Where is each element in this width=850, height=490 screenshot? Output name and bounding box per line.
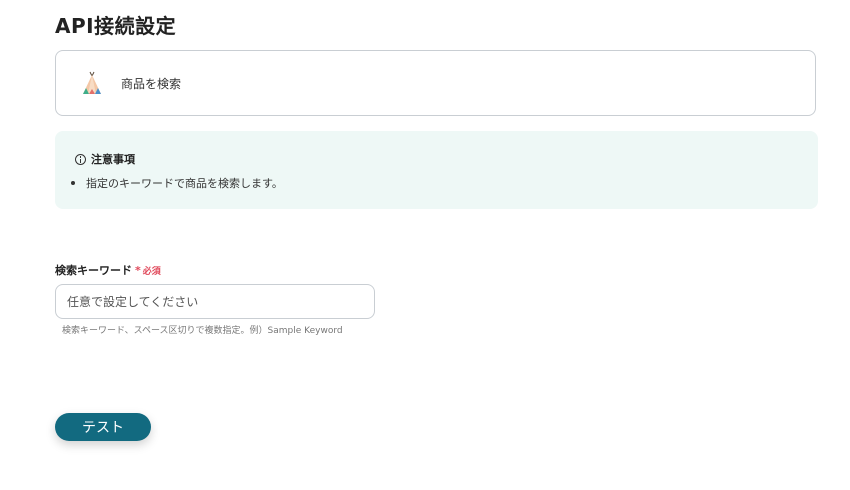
keyword-input[interactable] [55, 284, 375, 319]
page-title: API接続設定 [55, 14, 177, 38]
notice-box: 注意事項 指定のキーワードで商品を検索します。 [55, 131, 818, 209]
action-card[interactable]: 商品を検索 [55, 50, 816, 116]
keyword-label: 検索キーワード * 必須 [55, 262, 161, 278]
keyword-label-text: 検索キーワード [55, 264, 132, 277]
info-icon [75, 153, 86, 165]
required-mark: * [135, 264, 141, 277]
action-label: 商品を検索 [121, 76, 182, 91]
keyword-help-text: 検索キーワード、スペース区切りで複数指定。例）Sample Keyword [62, 326, 343, 336]
notice-title: 注意事項 [91, 153, 135, 166]
required-text: 必須 [142, 267, 161, 277]
notice-item: 指定のキーワードで商品を検索します。 [69, 175, 283, 191]
notice-header: 注意事項 [75, 151, 135, 167]
bullet-icon [71, 181, 75, 185]
notice-item-text: 指定のキーワードで商品を検索します。 [86, 177, 283, 190]
notice-list: 指定のキーワードで商品を検索します。 [69, 175, 283, 191]
test-button[interactable]: テスト [55, 413, 151, 441]
teepee-icon [83, 71, 101, 94]
